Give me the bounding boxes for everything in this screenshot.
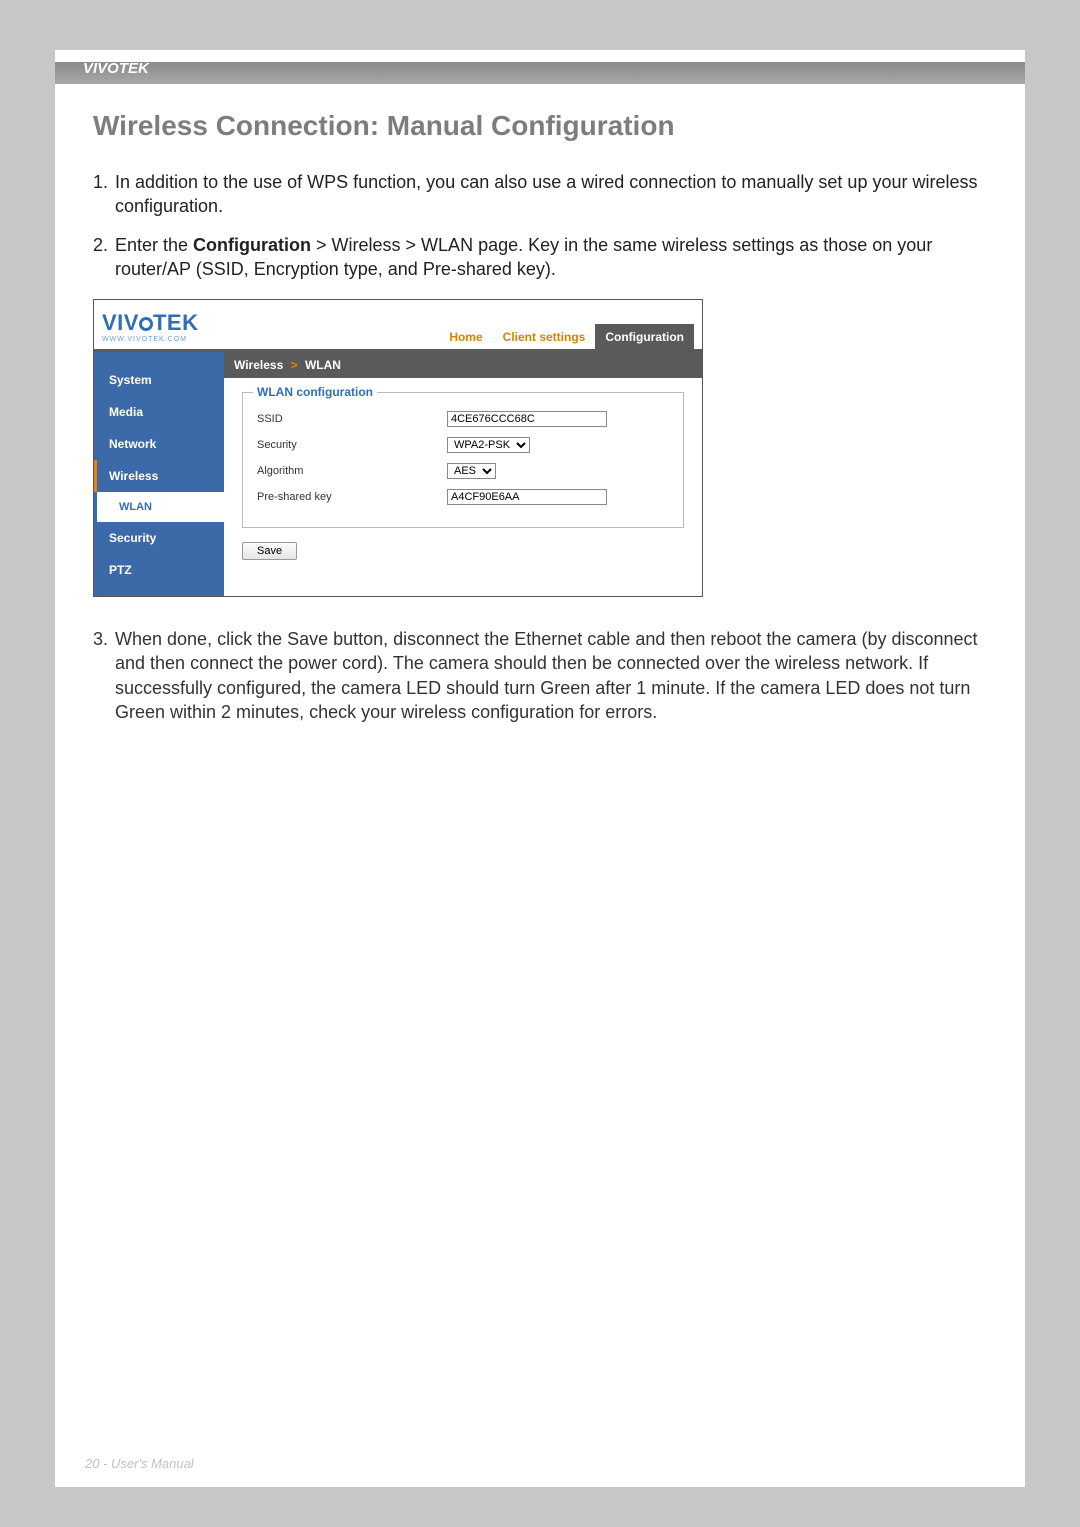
label-security: Security (257, 439, 447, 451)
brand-header: VIVOTEK (83, 60, 149, 77)
sidebar-item-wireless[interactable]: Wireless (94, 460, 224, 492)
step-1-num: 1. (93, 170, 108, 194)
sidebar-item-system[interactable]: System (94, 364, 224, 396)
crumb-sep: > (291, 358, 298, 372)
page-title: Wireless Connection: Manual Configuratio… (93, 110, 995, 142)
fieldset-legend: WLAN configuration (253, 385, 377, 399)
tab-configuration[interactable]: Configuration (595, 324, 694, 352)
row-algorithm: Algorithm AES (257, 463, 669, 479)
ssid-input[interactable] (447, 411, 607, 427)
sidebar-item-media[interactable]: Media (94, 396, 224, 428)
vivotek-logo: VIVTEK WWW.VIVOTEK.COM (102, 312, 198, 343)
step-3-num: 3. (93, 627, 108, 651)
save-button[interactable]: Save (242, 542, 297, 560)
logo-subtext: WWW.VIVOTEK.COM (102, 336, 198, 343)
logo-text: VIVTEK (102, 312, 198, 334)
label-algorithm: Algorithm (257, 465, 447, 477)
step-2-bold: Configuration (193, 235, 311, 255)
row-security: Security WPA2-PSK (257, 437, 669, 453)
step-3: 3. When done, click the Save button, dis… (93, 627, 995, 724)
sidebar-item-network[interactable]: Network (94, 428, 224, 460)
row-ssid: SSID (257, 411, 669, 427)
sidebar-item-security[interactable]: Security (94, 522, 224, 554)
main-panel: Wireless > WLAN WLAN configuration SSID (224, 352, 702, 596)
header-strip (55, 62, 1025, 84)
tab-client-settings[interactable]: Client settings (493, 324, 596, 352)
row-psk: Pre-shared key (257, 489, 669, 505)
sidebar-item-wlan[interactable]: WLAN (94, 492, 224, 522)
wlan-fieldset: WLAN configuration SSID Security WPA2-PS… (242, 392, 684, 528)
crumb-wlan: WLAN (305, 358, 341, 372)
step-1: 1. In addition to the use of WPS functio… (93, 170, 995, 219)
step-2-num: 2. (93, 233, 108, 257)
algorithm-select[interactable]: AES (447, 463, 496, 479)
label-psk: Pre-shared key (257, 491, 447, 503)
step-2: 2. Enter the Configuration > Wireless > … (93, 233, 995, 282)
security-select[interactable]: WPA2-PSK (447, 437, 530, 453)
sidebar: System Media Network Wireless WLAN Secur… (94, 352, 224, 596)
crumb-wireless: Wireless (234, 358, 283, 372)
embedded-screenshot: VIVTEK WWW.VIVOTEK.COM Home Client setti… (93, 299, 703, 597)
screenshot-header: VIVTEK WWW.VIVOTEK.COM Home Client setti… (94, 300, 702, 352)
label-ssid: SSID (257, 413, 447, 425)
psk-input[interactable] (447, 489, 607, 505)
breadcrumb: Wireless > WLAN (224, 352, 702, 378)
step-3-text: When done, click the Save button, discon… (115, 629, 978, 722)
sidebar-item-ptz[interactable]: PTZ (94, 554, 224, 586)
step-2-pre: Enter the (115, 235, 193, 255)
tab-home[interactable]: Home (439, 324, 492, 352)
top-tabs: Home Client settings Configuration (439, 324, 694, 352)
page-footer: 20 - User's Manual (85, 1456, 194, 1471)
logo-eye-icon (139, 317, 153, 331)
step-1-text: In addition to the use of WPS function, … (115, 172, 977, 216)
